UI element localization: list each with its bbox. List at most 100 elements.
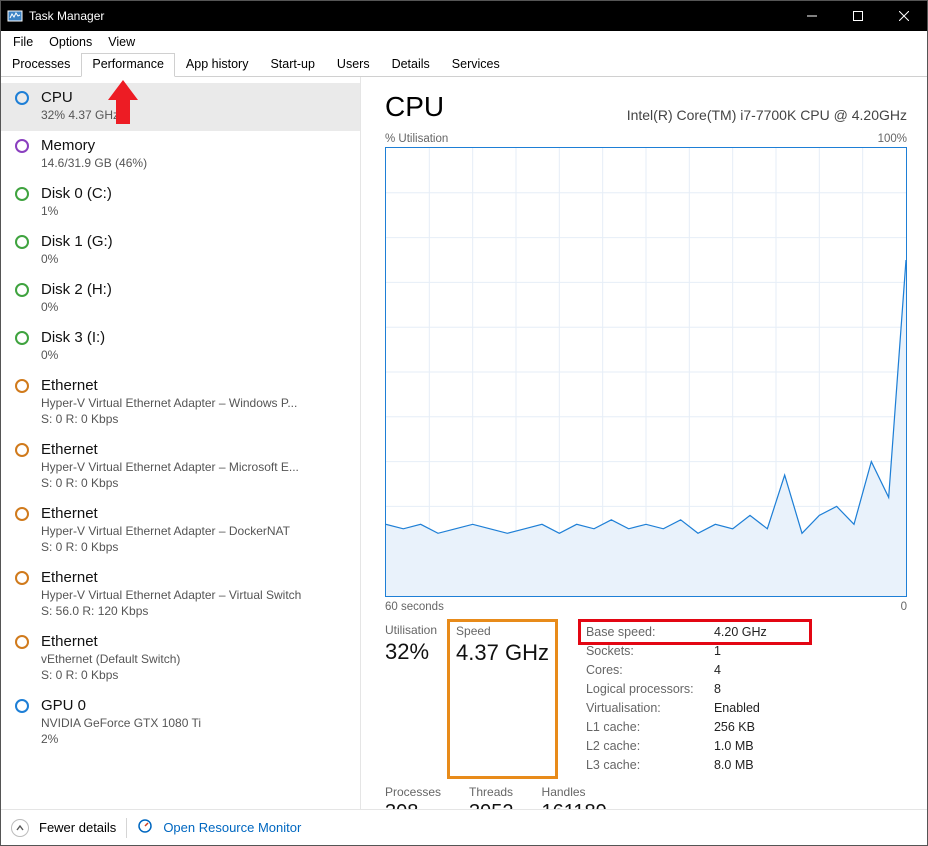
- sidebar-item-sub: 1%: [41, 203, 350, 219]
- virt-value: Enabled: [714, 699, 760, 718]
- menu-file[interactable]: File: [5, 33, 41, 51]
- minimize-button[interactable]: [789, 1, 835, 31]
- speed-value: 4.37 GHz: [456, 640, 549, 666]
- resource-monitor-icon: [137, 818, 153, 837]
- footer: Fewer details Open Resource Monitor: [1, 809, 927, 845]
- proc-label: Processes: [385, 785, 441, 799]
- sidebar-item-sub: 0%: [41, 251, 350, 267]
- sidebar-item-eth-10[interactable]: EthernetvEthernet (Default Switch)S: 0 R…: [1, 627, 360, 691]
- hnd-value: 161189: [542, 801, 607, 809]
- sidebar-item-sub: 32% 4.37 GHz: [41, 107, 350, 123]
- chart-x-right: 0: [901, 601, 907, 613]
- fewer-details-button[interactable]: Fewer details: [39, 820, 116, 835]
- close-button[interactable]: [881, 1, 927, 31]
- l3-value: 8.0 MB: [714, 756, 754, 775]
- chart-y-max: 100%: [878, 133, 907, 145]
- sidebar-item-title: Disk 0 (C:): [41, 185, 350, 203]
- sidebar-item-sub2: S: 0 R: 0 Kbps: [41, 411, 350, 427]
- sidebar-item-sub2: S: 0 R: 0 Kbps: [41, 667, 350, 683]
- mem-ring-icon: [15, 139, 31, 155]
- sidebar-item-disk-3[interactable]: Disk 1 (G:)0%: [1, 227, 360, 275]
- eth-ring-icon: [15, 635, 31, 651]
- cpu-info-table: Base speed:4.20 GHz Sockets:1 Cores:4 Lo…: [586, 623, 767, 775]
- sidebar-item-eth-9[interactable]: EthernetHyper-V Virtual Ethernet Adapter…: [1, 563, 360, 627]
- perf-main: CPU Intel(R) Core(TM) i7-7700K CPU @ 4.2…: [361, 77, 927, 809]
- open-resource-monitor-link[interactable]: Open Resource Monitor: [163, 820, 301, 835]
- speed-highlight-box: Speed 4.37 GHz: [447, 619, 558, 779]
- sidebar-item-disk-2[interactable]: Disk 0 (C:)1%: [1, 179, 360, 227]
- sidebar-item-title: Ethernet: [41, 569, 350, 587]
- disk-ring-icon: [15, 187, 31, 203]
- tab-apphistory[interactable]: App history: [175, 53, 260, 76]
- thr-value: 3952: [469, 801, 514, 809]
- annotation-arrow-icon: [108, 80, 138, 129]
- sidebar-item-title: Ethernet: [41, 505, 350, 523]
- util-value: 32%: [385, 639, 437, 665]
- hnd-label: Handles: [542, 785, 607, 799]
- window-title: Task Manager: [29, 9, 104, 23]
- tab-processes[interactable]: Processes: [1, 53, 81, 76]
- l2-label: L2 cache:: [586, 737, 706, 756]
- sidebar-item-disk-4[interactable]: Disk 2 (H:)0%: [1, 275, 360, 323]
- app-icon: [7, 8, 23, 24]
- cores-label: Cores:: [586, 661, 706, 680]
- sidebar-item-gpu-11[interactable]: GPU 0NVIDIA GeForce GTX 1080 Ti2%: [1, 691, 360, 755]
- l1-label: L1 cache:: [586, 718, 706, 737]
- l1-value: 256 KB: [714, 718, 755, 737]
- gpu-ring-icon: [15, 699, 31, 715]
- sidebar-item-sub2: 2%: [41, 731, 350, 747]
- chevron-up-icon[interactable]: [11, 819, 29, 837]
- cpu-utilisation-chart[interactable]: [385, 147, 907, 597]
- speed-label: Speed: [456, 624, 549, 638]
- thr-label: Threads: [469, 785, 514, 799]
- sidebar-item-title: Disk 3 (I:): [41, 329, 350, 347]
- tab-startup[interactable]: Start-up: [259, 53, 325, 76]
- sidebar-item-title: Memory: [41, 137, 350, 155]
- sidebar-item-title: Ethernet: [41, 633, 350, 651]
- perf-sidebar[interactable]: CPU32% 4.37 GHzMemory14.6/31.9 GB (46%)D…: [1, 77, 361, 809]
- tab-services[interactable]: Services: [441, 53, 511, 76]
- sidebar-item-mem-1[interactable]: Memory14.6/31.9 GB (46%): [1, 131, 360, 179]
- sidebar-item-sub: 0%: [41, 347, 350, 363]
- chart-y-label: % Utilisation: [385, 133, 448, 145]
- maximize-button[interactable]: [835, 1, 881, 31]
- sidebar-item-disk-5[interactable]: Disk 3 (I:)0%: [1, 323, 360, 371]
- menu-options[interactable]: Options: [41, 33, 100, 51]
- sidebar-item-sub: Hyper-V Virtual Ethernet Adapter – Docke…: [41, 523, 350, 539]
- sidebar-item-title: Ethernet: [41, 377, 350, 395]
- page-title: CPU: [385, 91, 444, 123]
- disk-ring-icon: [15, 283, 31, 299]
- tab-strip: Processes Performance App history Start-…: [1, 53, 927, 77]
- sidebar-item-eth-8[interactable]: EthernetHyper-V Virtual Ethernet Adapter…: [1, 499, 360, 563]
- disk-ring-icon: [15, 235, 31, 251]
- eth-ring-icon: [15, 571, 31, 587]
- sidebar-item-title: CPU: [41, 89, 350, 107]
- sidebar-item-sub: Hyper-V Virtual Ethernet Adapter – Micro…: [41, 459, 350, 475]
- sidebar-item-title: Ethernet: [41, 441, 350, 459]
- logicalproc-label: Logical processors:: [586, 680, 706, 699]
- tab-performance[interactable]: Performance: [81, 53, 175, 77]
- l2-value: 1.0 MB: [714, 737, 754, 756]
- sidebar-item-sub: NVIDIA GeForce GTX 1080 Ti: [41, 715, 350, 731]
- sidebar-item-sub: 14.6/31.9 GB (46%): [41, 155, 350, 171]
- logicalproc-value: 8: [714, 680, 721, 699]
- tab-details[interactable]: Details: [381, 53, 441, 76]
- menu-view[interactable]: View: [100, 33, 143, 51]
- eth-ring-icon: [15, 443, 31, 459]
- sidebar-item-title: Disk 1 (G:): [41, 233, 350, 251]
- sidebar-item-sub2: S: 56.0 R: 120 Kbps: [41, 603, 350, 619]
- virt-label: Virtualisation:: [586, 699, 706, 718]
- chart-x-left: 60 seconds: [385, 601, 444, 613]
- sidebar-item-eth-7[interactable]: EthernetHyper-V Virtual Ethernet Adapter…: [1, 435, 360, 499]
- footer-divider: [126, 818, 127, 838]
- sidebar-item-sub: vEthernet (Default Switch): [41, 651, 350, 667]
- sidebar-item-sub: Hyper-V Virtual Ethernet Adapter – Virtu…: [41, 587, 350, 603]
- l3-label: L3 cache:: [586, 756, 706, 775]
- sidebar-item-eth-6[interactable]: EthernetHyper-V Virtual Ethernet Adapter…: [1, 371, 360, 435]
- cpu-ring-icon: [15, 91, 31, 107]
- titlebar: Task Manager: [1, 1, 927, 31]
- sidebar-item-cpu-0[interactable]: CPU32% 4.37 GHz: [1, 83, 360, 131]
- tab-users[interactable]: Users: [326, 53, 381, 76]
- sidebar-item-title: GPU 0: [41, 697, 350, 715]
- cpu-model: Intel(R) Core(TM) i7-7700K CPU @ 4.20GHz: [627, 107, 907, 123]
